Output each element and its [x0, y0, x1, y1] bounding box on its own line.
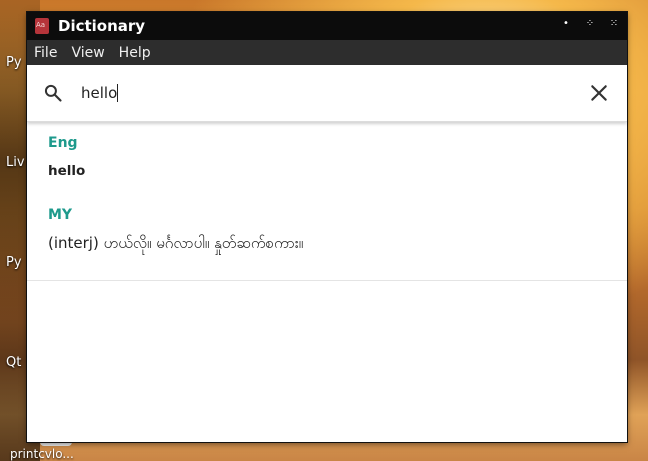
- window-title: Dictionary: [58, 17, 146, 35]
- title-bar[interactable]: Dictionary • ⁘ ⁙: [27, 12, 627, 40]
- target-language-heading: MY: [48, 207, 73, 223]
- menu-view[interactable]: View: [64, 45, 111, 61]
- menu-bar: File View Help: [27, 40, 627, 65]
- desktop-bottom-label: printcvlo...: [10, 447, 74, 461]
- results-panel: Eng hello MY (interj) ဟယ်လို။ မင်္ဂလာပါ။…: [27, 122, 627, 281]
- menu-help[interactable]: Help: [112, 45, 158, 61]
- result-definition: (interj) ဟယ်လို။ မင်္ဂလာပါ။ နှုတ်ဆက်စကား…: [48, 234, 304, 252]
- window-controls: • ⁘ ⁙: [561, 18, 619, 29]
- desktop-label-liv[interactable]: Liv: [6, 155, 25, 170]
- search-icon[interactable]: [43, 83, 63, 103]
- results-divider: [27, 280, 627, 281]
- desktop-label-qt[interactable]: Qt: [6, 355, 21, 370]
- result-word: hello: [48, 163, 86, 179]
- maximize-icon[interactable]: ⁘: [585, 18, 595, 29]
- desktop-label-py-2[interactable]: Py: [6, 255, 22, 270]
- menu-file[interactable]: File: [27, 45, 64, 61]
- dictionary-app-icon: [35, 18, 49, 34]
- text-cursor: [117, 84, 118, 102]
- source-language-heading: Eng: [48, 135, 78, 151]
- close-icon[interactable]: [589, 83, 609, 103]
- dictionary-window: Dictionary • ⁘ ⁙ File View Help Eng hell…: [27, 12, 627, 442]
- close-window-icon[interactable]: ⁙: [609, 18, 619, 29]
- minimize-icon[interactable]: •: [561, 18, 571, 29]
- desktop-label-py[interactable]: Py: [6, 55, 22, 70]
- search-bar: [27, 65, 627, 122]
- search-input[interactable]: [81, 81, 561, 105]
